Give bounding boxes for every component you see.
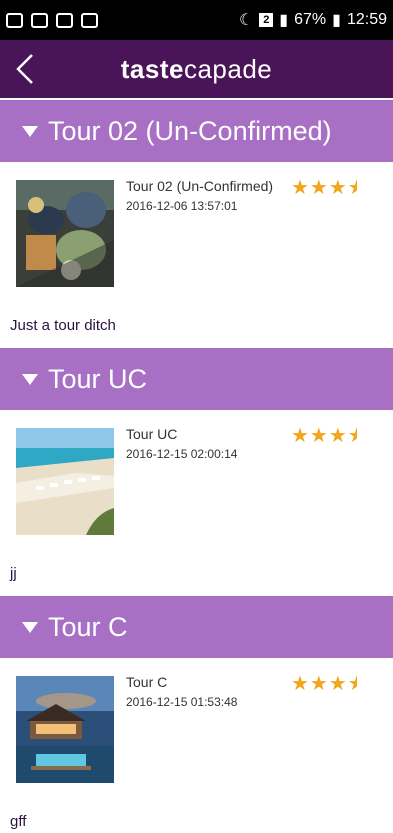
rating-stars: ★★★★ <box>291 175 357 200</box>
tour-title: Tour C <box>126 674 168 690</box>
tour-date: 2016-12-06 13:57:01 <box>126 199 238 213</box>
tour-date: 2016-12-15 02:00:14 <box>126 447 238 461</box>
battery-icon: ▮ <box>332 12 341 29</box>
tour-description: Just a tour ditch <box>10 317 116 334</box>
image-icon <box>31 12 48 28</box>
rating-stars: ★★★★ <box>291 671 357 696</box>
signal-icon: ▮ <box>279 12 289 29</box>
section-header-tour-uc[interactable]: Tour UC <box>0 348 393 410</box>
whatsapp-icon <box>6 12 23 28</box>
brand-light: capade <box>183 53 273 84</box>
tour-title: Tour UC <box>126 426 178 442</box>
tour-thumbnail[interactable] <box>16 180 114 287</box>
rating-stars-full: ★★★ <box>291 673 348 695</box>
market-boat-photo <box>16 180 114 287</box>
brand-logo: tastecapade <box>121 54 273 85</box>
beach-photo <box>16 428 114 535</box>
tour-description: jj <box>10 565 17 582</box>
back-button[interactable] <box>12 52 40 86</box>
brand-bold: taste <box>120 53 184 84</box>
section-header-tour-c[interactable]: Tour C <box>0 596 393 658</box>
section-header-tour-02[interactable]: Tour 02 (Un-Confirmed) <box>0 100 393 162</box>
status-bar: ☾ 2 ▮ 67% ▮ 12:59 <box>0 0 393 40</box>
collapse-triangle-icon <box>22 125 38 137</box>
notification-icons <box>6 12 98 28</box>
app-bar: tastecapade <box>0 40 393 98</box>
rating-stars-full: ★★★ <box>291 425 348 447</box>
section-title: Tour UC <box>48 363 148 394</box>
battery-percent: 67% <box>294 11 327 28</box>
chevron-left-icon <box>16 54 33 84</box>
section-title: Tour 02 (Un-Confirmed) <box>48 115 332 146</box>
voicemail-icon <box>81 12 98 28</box>
section-title: Tour C <box>48 611 128 642</box>
tour-description: gff <box>10 813 27 830</box>
tour-thumbnail[interactable] <box>16 676 114 783</box>
missed-call-icon <box>56 12 73 28</box>
tour-title: Tour 02 (Un-Confirmed) <box>126 178 274 194</box>
clock: 12:59 <box>346 11 387 28</box>
rating-stars-full: ★★★ <box>291 177 348 199</box>
system-icons: ☾ 2 ▮ 67% ▮ 12:59 <box>239 10 387 30</box>
tour-thumbnail[interactable] <box>16 428 114 535</box>
sim-indicator: 2 <box>259 13 274 27</box>
resort-photo <box>16 676 114 783</box>
half-star-icon: ★ <box>348 671 357 696</box>
half-star-icon: ★ <box>348 175 357 200</box>
half-star-icon: ★ <box>348 423 357 448</box>
collapse-triangle-icon <box>22 373 38 385</box>
wifi-icon: ☾ <box>238 12 254 29</box>
tour-date: 2016-12-15 01:53:48 <box>126 695 238 709</box>
collapse-triangle-icon <box>22 621 38 633</box>
rating-stars: ★★★★ <box>291 423 357 448</box>
